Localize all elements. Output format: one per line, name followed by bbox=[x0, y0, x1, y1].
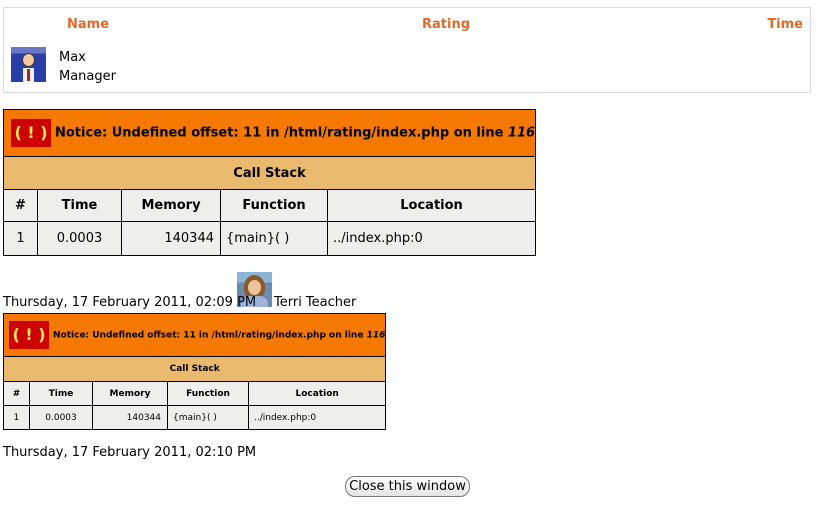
entry-date: Thursday, 17 February 2011, 02:09 PM bbox=[3, 295, 257, 310]
ratings-table: Name Rating Time Max Manager bbox=[3, 7, 811, 93]
call-stack-heading: Call Stack bbox=[2, 356, 387, 382]
col-location: Location bbox=[326, 189, 537, 222]
notice-message: ( ! ) Notice: Undefined offset: 11 in /ht… bbox=[2, 313, 387, 357]
entry-date: Thursday, 17 February 2011, 02:10 PM bbox=[3, 445, 257, 460]
col-number: # bbox=[3, 381, 30, 406]
notice-message: ( ! ) Notice: Undefined offset: 11 in /ht… bbox=[2, 109, 537, 157]
row-memory: 140344 bbox=[92, 405, 168, 430]
warning-icon: ( ! ) bbox=[11, 119, 51, 147]
close-window-button[interactable]: Close this window bbox=[345, 476, 470, 497]
user-avatar-icon[interactable] bbox=[11, 47, 46, 82]
row-location: ../index.php:0 bbox=[247, 405, 387, 430]
col-memory: Memory bbox=[92, 381, 168, 406]
col-time: Time bbox=[37, 189, 122, 222]
row-time: 0.0003 bbox=[37, 221, 122, 256]
call-stack-heading: Call Stack bbox=[2, 156, 537, 190]
col-function: Function bbox=[167, 381, 249, 406]
row-function: {main}( ) bbox=[167, 405, 249, 430]
row-number: 1 bbox=[3, 405, 30, 430]
column-header-name[interactable]: Name bbox=[67, 17, 109, 32]
row-function: {main}( ) bbox=[220, 221, 328, 256]
xdebug-error-table: ( ! ) Notice: Undefined offset: 11 in /ht… bbox=[2, 109, 537, 256]
col-number: # bbox=[3, 189, 38, 222]
row-location: ../index.php:0 bbox=[326, 221, 537, 256]
warning-icon: ( ! ) bbox=[9, 321, 49, 349]
row-number: 1 bbox=[3, 221, 38, 256]
entry-user-name[interactable]: Terri Teacher bbox=[274, 295, 356, 310]
column-header-rating[interactable]: Rating bbox=[422, 17, 470, 32]
col-function: Function bbox=[220, 189, 328, 222]
col-location: Location bbox=[247, 381, 387, 406]
row-time: 0.0003 bbox=[29, 405, 93, 430]
table-row: 1 0.0003 140344 {main}( ) ../index.php:0 bbox=[3, 221, 537, 256]
table-row: 1 0.0003 140344 {main}( ) ../index.php:0 bbox=[3, 405, 387, 430]
col-time: Time bbox=[29, 381, 93, 406]
column-header-time[interactable]: Time bbox=[767, 17, 803, 32]
xdebug-error-table: ( ! ) Notice: Undefined offset: 11 in /ht… bbox=[2, 313, 387, 430]
row-memory: 140344 bbox=[121, 221, 221, 256]
user-role: Manager bbox=[59, 69, 116, 84]
user-name[interactable]: Max bbox=[59, 50, 86, 65]
col-memory: Memory bbox=[121, 189, 221, 222]
